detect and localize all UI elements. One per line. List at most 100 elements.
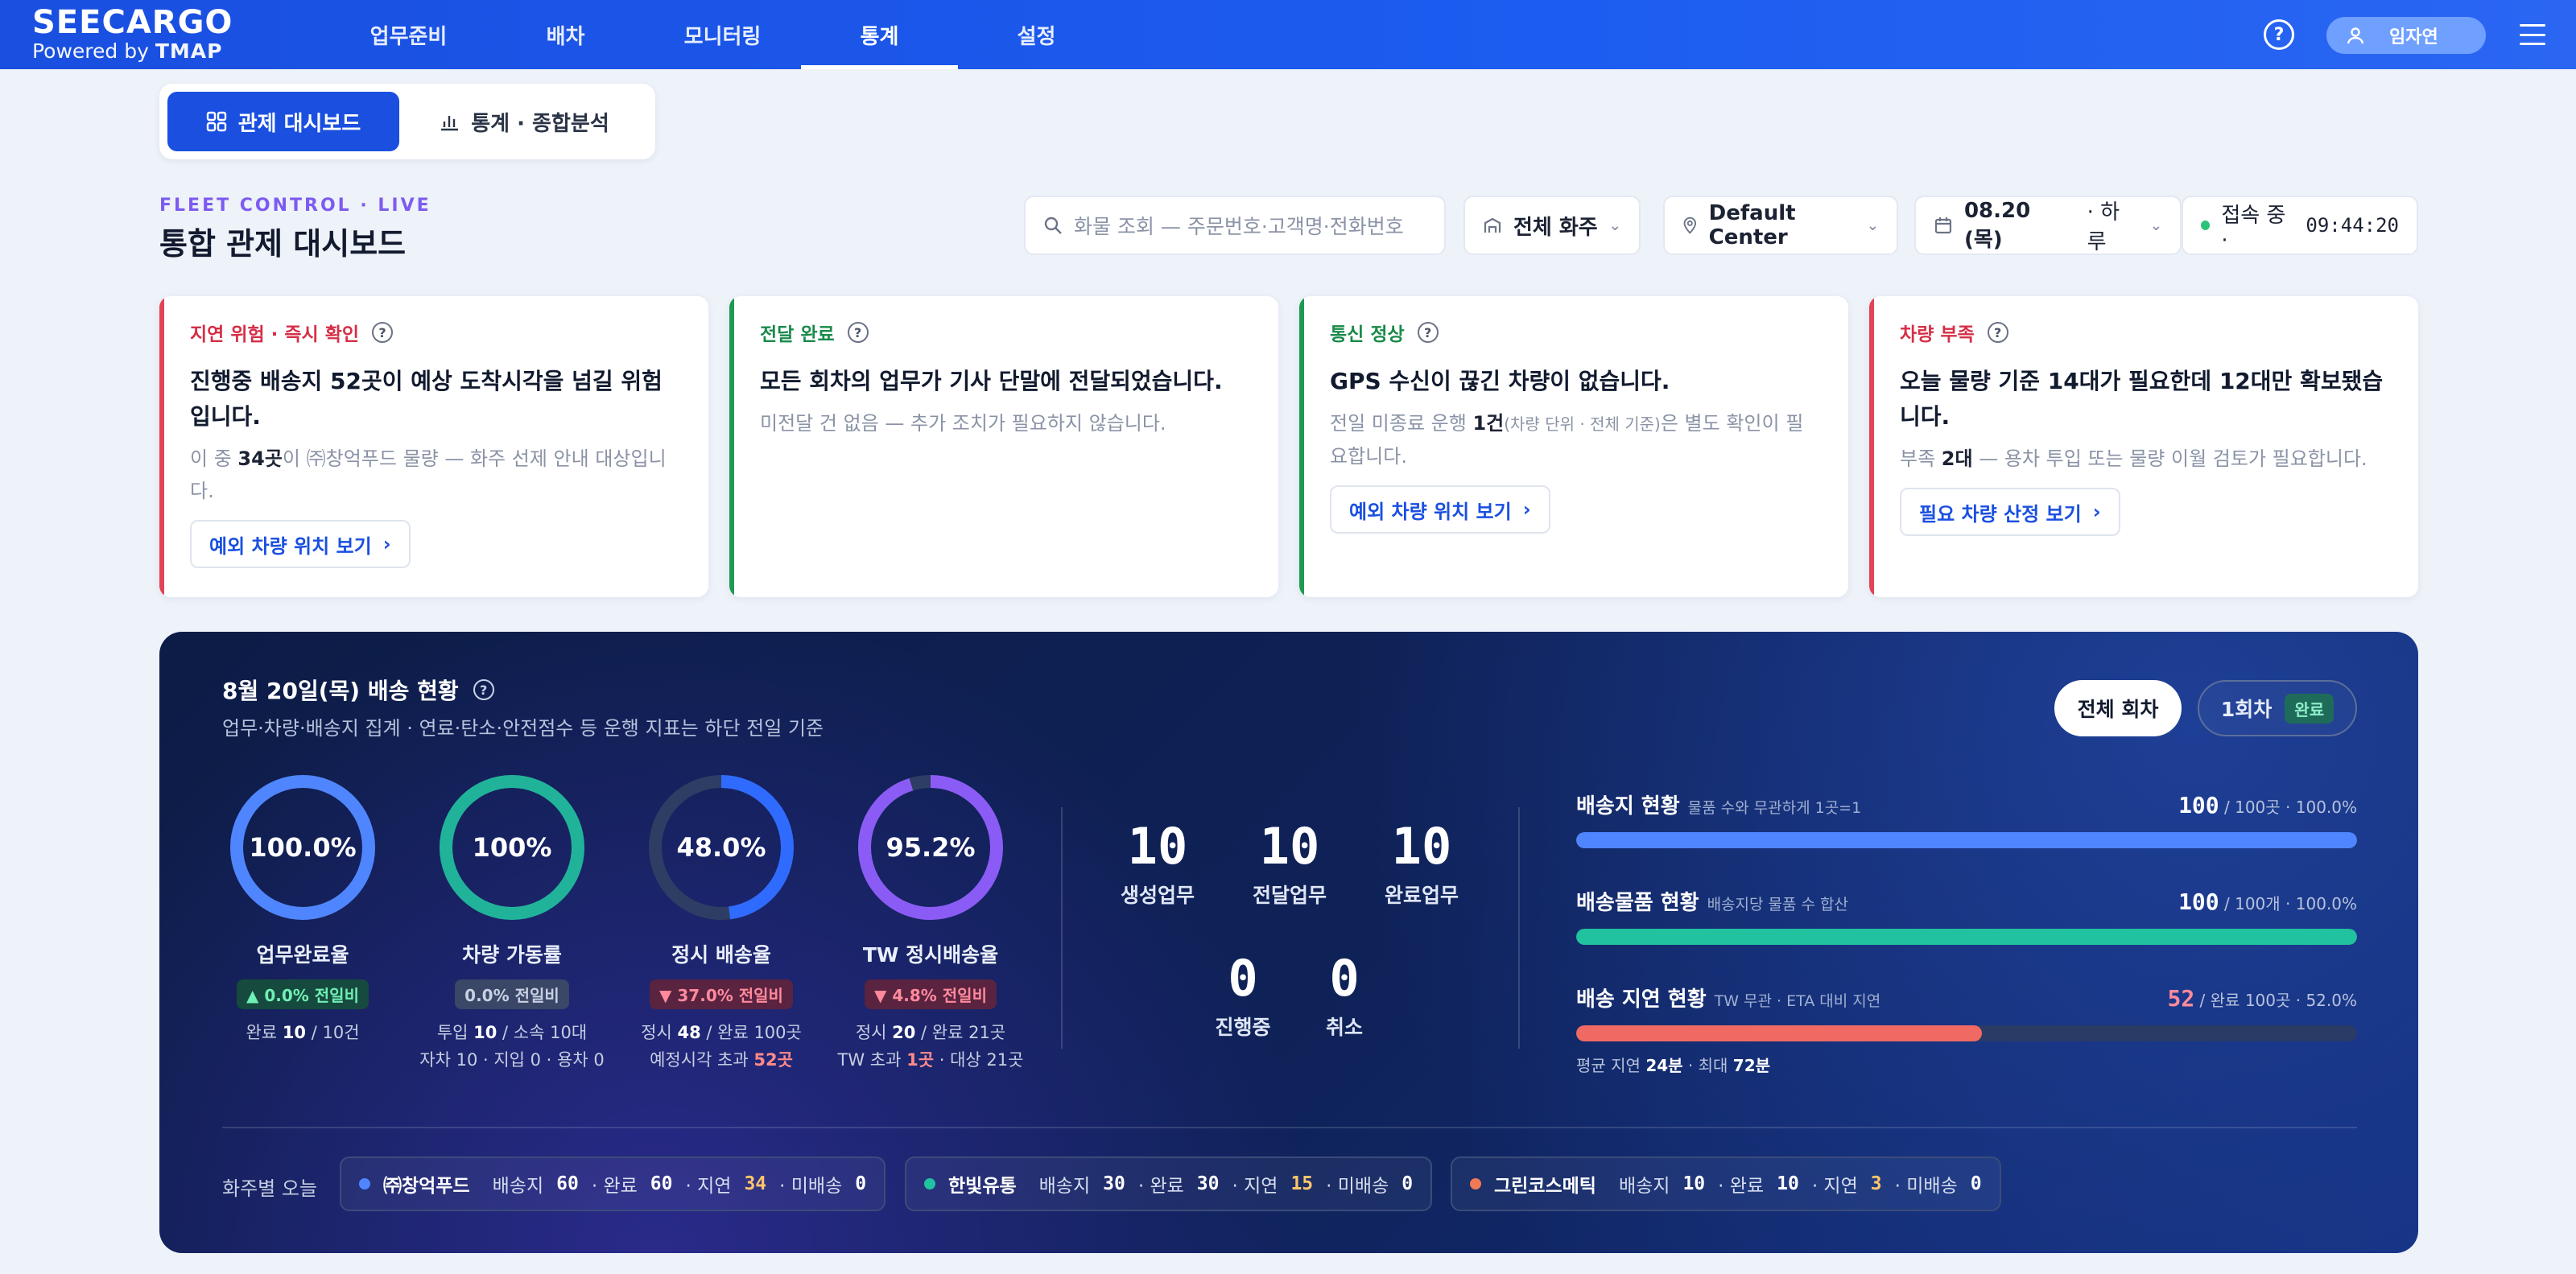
note-text: 평균 지연	[1576, 1056, 1646, 1075]
chevron-down-icon: ⌄	[1608, 216, 1621, 234]
desc-text: 부족	[1900, 447, 1942, 470]
status-badge: 완료	[2285, 693, 2334, 724]
progress-bar	[1576, 1025, 2357, 1041]
metric-number: 100	[2178, 889, 2219, 915]
count-label: 취소	[1325, 1016, 1363, 1039]
help-icon[interactable]: ?	[2264, 19, 2294, 50]
desc-text: 전일 미종료 운행	[1330, 412, 1473, 435]
metric-subtitle: 배송지당 물품 수 합산	[1707, 896, 1849, 913]
cargo-search-input[interactable]: 화물 조회 — 주문번호·고객명·전화번호	[1024, 196, 1446, 255]
tab-label: 관제 대시보드	[237, 111, 361, 136]
alert-headline: GPS 수신이 끊긴 차량이 없습니다.	[1330, 368, 1670, 394]
help-icon[interactable]: ?	[473, 679, 494, 700]
center-select[interactable]: Default Center ⌄	[1663, 196, 1898, 255]
stat-value: 60	[650, 1173, 673, 1194]
user-icon	[2347, 27, 2364, 44]
alert-headline: 오늘 물량 기준 14대가 필요한데 12대만 확보됐습니다.	[1900, 368, 2384, 430]
change-badge: ▼ 4.8% 전일비	[865, 979, 997, 1009]
divider	[1518, 807, 1520, 1049]
metric-title-text: 배송지 현황	[1576, 794, 1680, 818]
round-1-button[interactable]: 1회차 완료	[2198, 680, 2357, 736]
current-time: 09:44:20	[2306, 214, 2399, 237]
tab-control-dashboard[interactable]: 관제 대시보드	[167, 92, 399, 151]
shipper-color-dot-icon	[924, 1178, 935, 1189]
alert-tag-text: 차량 부족	[1900, 324, 1975, 345]
divider	[222, 1127, 2357, 1128]
alert-card-delay-risk: 지연 위험 · 즉시 확인? 진행중 배송지 52곳이 예상 도착시각을 넘길 …	[159, 296, 708, 597]
kpi-completion-rate: 100.0% 업무완료율 ▲ 0.0% 전일비 완료 10 / 10건	[208, 775, 398, 1046]
metric-destinations: 배송지 현황 물품 수와 무관하게 1곳=1 100 / 100곳 · 100.0…	[1576, 790, 2357, 848]
metric-title: 배송지 현황 물품 수와 무관하게 1곳=1	[1576, 790, 1861, 819]
calendar-icon	[1934, 217, 1952, 234]
stat-label: · 지연	[1232, 1176, 1278, 1197]
shipper-select[interactable]: 전체 화주 ⌄	[1463, 196, 1641, 255]
shipper-chip[interactable]: 한빛유통 배송지 30 · 완료 30 · 지연 15 · 미배송 0	[905, 1156, 1433, 1211]
foot-text: TW 초과	[837, 1050, 907, 1070]
panel-title-text: 8월 20일(목) 배송 현황	[222, 678, 459, 704]
kpi-footnote: 완료 10 / 10건	[208, 1019, 398, 1046]
stat-label: · 완료	[591, 1176, 638, 1197]
count-label: 완료업무	[1384, 884, 1459, 907]
shipper-chip[interactable]: 그린코스메틱 배송지 10 · 완료 10 · 지연 3 · 미배송 0	[1451, 1156, 2001, 1211]
stat-label: · 완료	[1718, 1176, 1765, 1197]
shipper-color-dot-icon	[359, 1178, 370, 1189]
hamburger-menu-icon[interactable]	[2520, 24, 2545, 45]
all-rounds-button[interactable]: 전체 회차	[2054, 680, 2182, 736]
help-icon[interactable]: ?	[1987, 322, 2008, 343]
foot-text: 정시	[641, 1023, 678, 1042]
tab-statistics-analysis[interactable]: 통계 · 종합분석	[407, 92, 641, 151]
metric-subtitle: TW 무관 · ETA 대비 지연	[1714, 992, 1881, 1010]
nav-item-settings[interactable]: 설정	[958, 0, 1115, 69]
progress-bar	[1576, 832, 2357, 848]
foot-text: 정시	[855, 1023, 893, 1042]
search-placeholder: 화물 조회 — 주문번호·고객명·전화번호	[1074, 215, 1404, 238]
foot-text: 투입	[436, 1023, 474, 1042]
count-delivered-tasks: 10 전달업무	[1225, 818, 1354, 909]
brand-name: SEECARGO	[32, 4, 233, 41]
progress-fill	[1576, 1025, 1983, 1041]
help-icon[interactable]: ?	[847, 322, 869, 343]
date-select[interactable]: 08.20 (목) · 하루 ⌄	[1914, 196, 2182, 255]
foot-text: 자차 10 · 지입 0 · 용차 0	[419, 1050, 605, 1070]
alert-tag: 통신 정상?	[1330, 319, 1819, 346]
alert-card-vehicle-shortage: 차량 부족? 오늘 물량 기준 14대가 필요한데 12대만 확보됐습니다. 부…	[1869, 296, 2418, 597]
nav-item-work-prep[interactable]: 업무준비	[330, 0, 487, 69]
user-name: 임자연	[2389, 27, 2438, 47]
help-icon[interactable]: ?	[1417, 322, 1439, 343]
progress-ring: 100.0%	[230, 775, 375, 920]
metric-value: 100 / 100곳 · 100.0%	[2178, 792, 2357, 818]
alert-headline: 진행중 배송지 52곳이 예상 도착시각을 넘길 위험입니다.	[190, 368, 663, 430]
metric-value: 52 / 완료 100곳 · 52.0%	[2167, 985, 2357, 1012]
view-required-vehicles-button[interactable]: 필요 차량 산정 보기 ›	[1900, 488, 2120, 536]
kpi-label: 차량 가동률	[462, 943, 562, 967]
nav-item-monitoring[interactable]: 모니터링	[644, 0, 801, 69]
connection-status: 접속 중 · 09:44:20	[2182, 196, 2418, 255]
progress-bar	[1576, 929, 2357, 945]
metric-number: 100	[2178, 792, 2219, 818]
kpi-vehicle-utilization: 100% 차량 가동률 0.0% 전일비 투입 10 / 소속 10대 자차 10…	[417, 775, 607, 1074]
progress-ring: 48.0%	[649, 775, 794, 920]
view-exception-vehicles-button[interactable]: 예외 차량 위치 보기 ›	[1330, 485, 1550, 534]
shipper-chip[interactable]: ㈜창억푸드 배송지 60 · 완료 60 · 지연 34 · 미배송 0	[340, 1156, 886, 1211]
stat-value: 30	[1196, 1173, 1220, 1194]
nav-item-statistics[interactable]: 통계	[801, 0, 958, 69]
chevron-down-icon: ⌄	[2149, 216, 2162, 234]
stat-value: 0	[1970, 1173, 1982, 1194]
metric-number: 52	[2167, 985, 2195, 1012]
stat-label: · 미배송	[1326, 1176, 1389, 1197]
progress-ring: 95.2%	[858, 775, 1003, 920]
kpi-footnote: 투입 10 / 소속 10대 자차 10 · 지입 0 · 용차 0	[417, 1019, 607, 1074]
view-exception-vehicles-button[interactable]: 예외 차량 위치 보기 ›	[190, 520, 411, 568]
panel-title: 8월 20일(목) 배송 현황?	[222, 674, 494, 706]
logo[interactable]: SEECARGO Powered by TMAP	[32, 5, 233, 63]
help-icon[interactable]: ?	[372, 322, 394, 343]
stat-value: 15	[1290, 1173, 1314, 1194]
desc-note: (차량 단위 · 전체 기준)	[1504, 414, 1661, 434]
stat-label: 배송지	[1038, 1176, 1091, 1197]
user-menu-button[interactable]: 임자연	[2326, 17, 2486, 54]
nav-item-dispatch[interactable]: 배차	[487, 0, 644, 69]
count-number: 10	[1127, 817, 1188, 876]
warehouse-icon	[1484, 217, 1501, 233]
note-number: 72분	[1732, 1056, 1771, 1075]
bar-chart-icon	[441, 116, 459, 131]
